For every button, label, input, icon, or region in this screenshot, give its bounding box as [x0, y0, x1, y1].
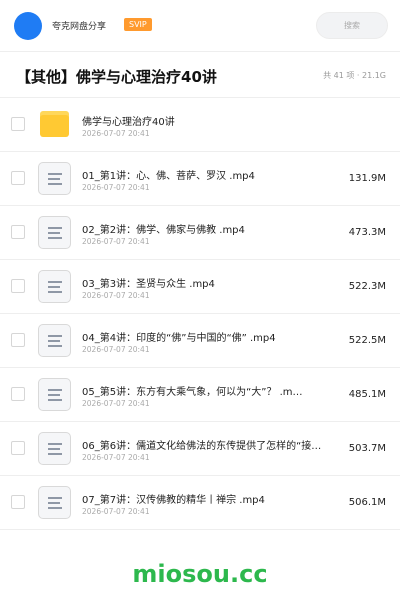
file-row[interactable]: 07_第7讲：汉传佛教的精华丨禅宗 .mp4 2026-07-07 20:41 50… — [0, 476, 400, 530]
folder-row[interactable]: 佛学与心理治疗40讲 2026-07-07 20:41 — [0, 98, 400, 152]
file-row[interactable]: 05_第5讲：东方有大乘气象，何以为“大”？ .m… 2026-07-07 20:… — [0, 368, 400, 422]
file-date: 2026-07-07 20:41 — [82, 399, 150, 408]
file-row[interactable]: 02_第2讲：佛学、佛家与佛教 .mp4 2026-07-07 20:41 473.… — [0, 206, 400, 260]
file-name[interactable]: 佛学与心理治疗40讲 — [82, 113, 175, 128]
document-icon — [38, 486, 71, 519]
document-icon — [38, 432, 71, 465]
document-icon — [38, 216, 71, 249]
document-icon — [38, 270, 71, 303]
file-size: 131.9M — [348, 173, 386, 184]
file-name[interactable]: 01_第1讲：心、佛、菩萨、罗汉 .mp4 — [82, 167, 255, 182]
search-input[interactable]: 搜索 — [316, 12, 388, 39]
file-size: 485.1M — [348, 389, 386, 400]
sharer-name: 夸克网盘分享 — [52, 22, 107, 32]
file-row[interactable]: 03_第3讲：圣贤与众生 .mp4 2026-07-07 20:41 522.3M — [0, 260, 400, 314]
select-checkbox[interactable] — [11, 225, 25, 239]
file-row[interactable]: 01_第1讲：心、佛、菩萨、罗汉 .mp4 2026-07-07 20:41 131… — [0, 152, 400, 206]
share-header: 【其他】佛学与心理治疗40讲 共 41 项 · 21.1G — [0, 52, 400, 98]
top-bar: 夸克网盘分享 SVIP 搜索 — [0, 0, 400, 52]
file-row[interactable]: 04_第4讲：印度的“佛”与中国的“佛” .mp4 2026-07-07 20:4… — [0, 314, 400, 368]
file-name[interactable]: 04_第4讲：印度的“佛”与中国的“佛” .mp4 — [82, 329, 276, 344]
file-name[interactable]: 03_第3讲：圣贤与众生 .mp4 — [82, 275, 215, 290]
file-name[interactable]: 06_第6讲：儒道文化给佛法的东传提供了怎样的“接… — [82, 437, 321, 452]
document-icon — [38, 378, 71, 411]
svip-badge: SVIP — [124, 18, 152, 31]
document-icon — [38, 162, 71, 195]
file-name[interactable]: 05_第5讲：东方有大乘气象，何以为“大”？ .m… — [82, 383, 303, 398]
file-name[interactable]: 07_第7讲：汉传佛教的精华丨禅宗 .mp4 — [82, 491, 265, 506]
select-checkbox[interactable] — [11, 279, 25, 293]
select-checkbox[interactable] — [11, 333, 25, 347]
watermark-text: miosou.cc — [132, 560, 268, 588]
file-date: 2026-07-07 20:41 — [82, 183, 150, 192]
file-date: 2026-07-07 20:41 — [82, 345, 150, 354]
item-summary: 共 41 项 · 21.1G — [323, 71, 386, 80]
file-size: 506.1M — [348, 497, 386, 508]
file-date: 2026-07-07 20:41 — [82, 453, 150, 462]
file-row[interactable]: 06_第6讲：儒道文化给佛法的东传提供了怎样的“接… 2026-07-07 20:… — [0, 422, 400, 476]
select-checkbox[interactable] — [11, 171, 25, 185]
file-date: 2026-07-07 20:41 — [82, 237, 150, 246]
file-date: 2026-07-07 20:41 — [82, 129, 150, 138]
file-size: 473.3M — [348, 227, 386, 238]
file-size: 522.5M — [348, 335, 386, 346]
folder-icon — [38, 108, 71, 141]
file-name[interactable]: 02_第2讲：佛学、佛家与佛教 .mp4 — [82, 221, 245, 236]
select-checkbox[interactable] — [11, 117, 25, 131]
select-checkbox[interactable] — [11, 495, 25, 509]
file-size: 503.7M — [348, 443, 386, 454]
file-date: 2026-07-07 20:41 — [82, 291, 150, 300]
file-size: 522.3M — [348, 281, 386, 292]
document-icon — [38, 324, 71, 357]
avatar[interactable] — [14, 12, 42, 40]
select-checkbox[interactable] — [11, 441, 25, 455]
select-checkbox[interactable] — [11, 387, 25, 401]
file-list: 佛学与心理治疗40讲 2026-07-07 20:41 01_第1讲：心、佛、菩萨、… — [0, 98, 400, 530]
file-date: 2026-07-07 20:41 — [82, 507, 150, 516]
page-title: 【其他】佛学与心理治疗40讲 — [16, 68, 217, 86]
